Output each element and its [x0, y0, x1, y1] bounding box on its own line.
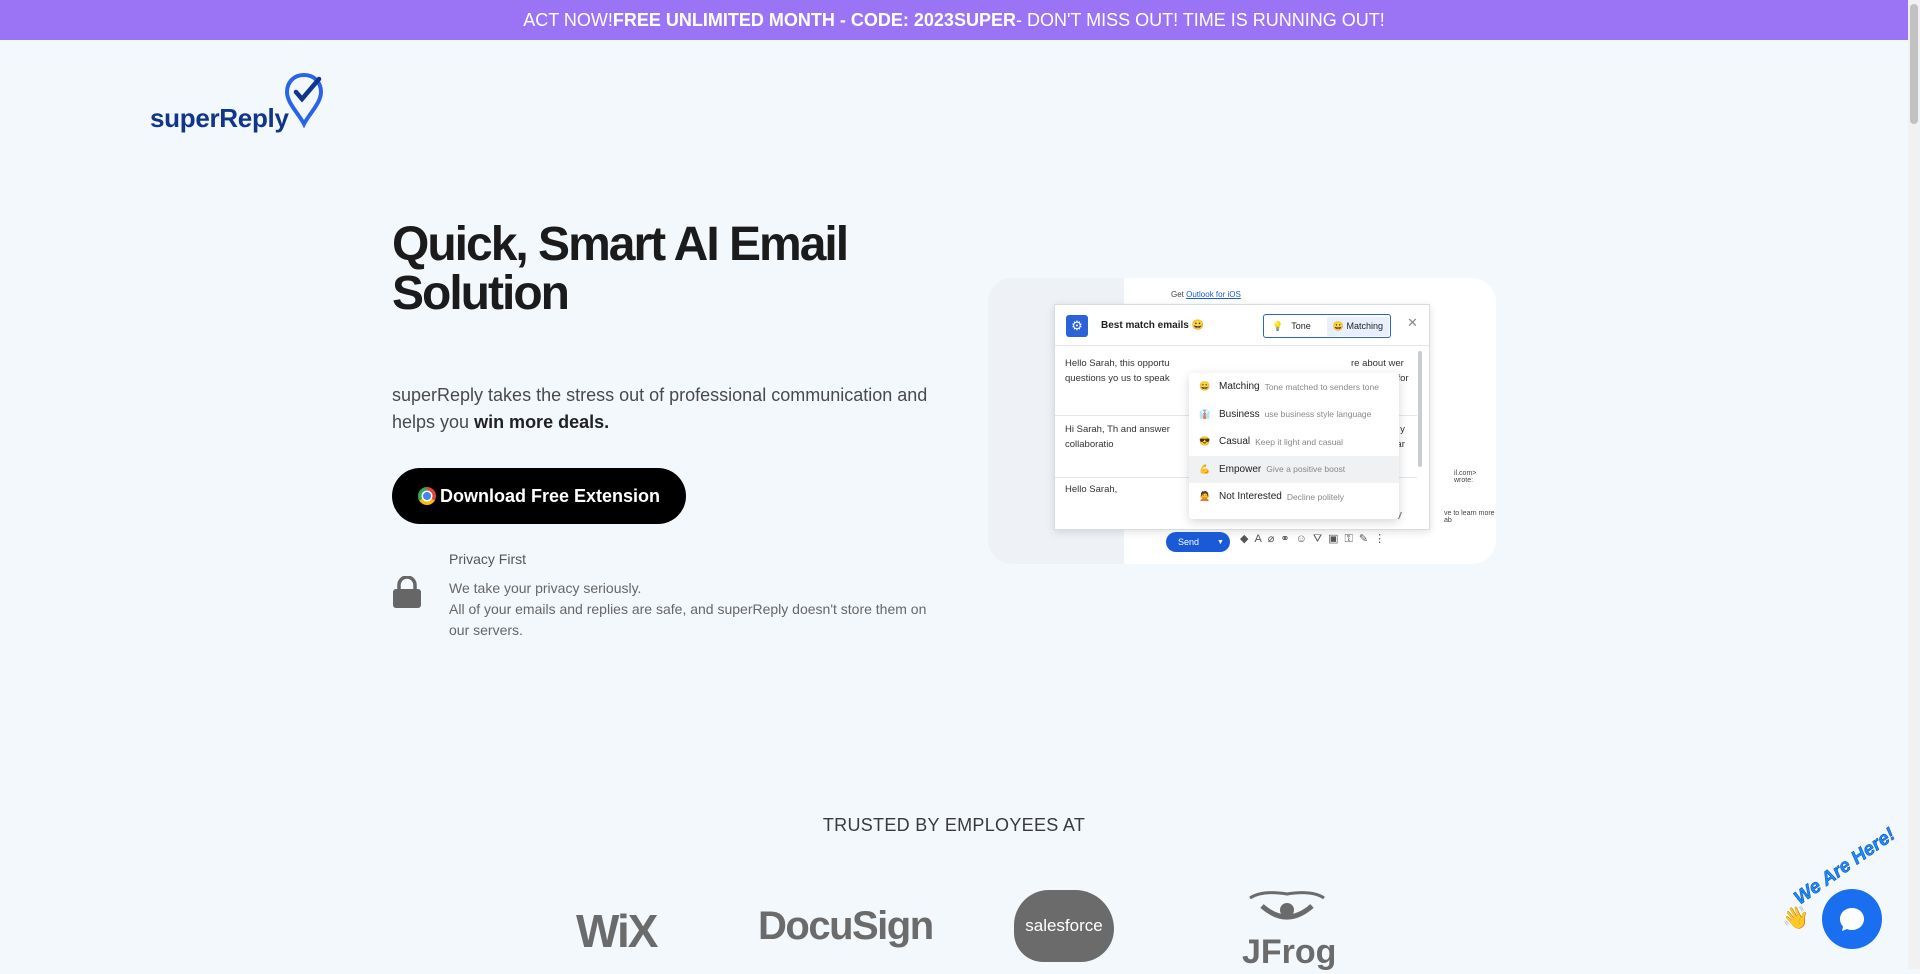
docusign-logo: DocuSign: [758, 904, 934, 948]
tone-option-desc: Give a positive boost: [1266, 464, 1346, 475]
tone-value: 😀 Matching: [1326, 316, 1389, 336]
mock-outlook-link: Outlook for iOS: [1186, 290, 1241, 299]
tone-option-desc: Tone matched to senders tone: [1264, 381, 1379, 392]
compose-tools-icons: ◆A⌀⚭☺⛛▣⚿✎⋮: [1240, 533, 1392, 545]
hero-description-bold: win more deals.: [474, 412, 610, 432]
superreply-popup: ⚙ Best match emails 😀 💡 Tone 😀 Matching …: [1054, 304, 1430, 530]
product-screenshot: Get Outlook for iOS ⚙ Best match emails …: [988, 278, 1496, 564]
scrollbar-thumb[interactable]: [1910, 4, 1918, 124]
download-extension-button[interactable]: Download Free Extension: [392, 468, 686, 524]
tone-emoji-icon: 😎: [1199, 436, 1211, 447]
tone-option-not-interested: 🙅 Not Interested Decline politely: [1189, 483, 1399, 511]
email-option-1: Hello Sarah, this opportu questions yo u…: [1065, 358, 1170, 384]
compose-toolbar: Send ▼ ◆A⌀⚭☺⛛▣⚿✎⋮: [1156, 524, 1478, 558]
tone-option-desc: Keep it light and casual: [1255, 436, 1344, 447]
hero-description: superReply takes the stress out of profe…: [392, 382, 952, 436]
hero-title: Quick, Smart AI Email Solution: [392, 218, 849, 320]
tone-option-name: Business: [1219, 408, 1260, 420]
chrome-icon: [417, 487, 436, 505]
jfrog-logo-text: JFrog: [1242, 933, 1337, 971]
banner-code: FREE UNLIMITED MONTH - CODE: 2023SUPER: [612, 9, 1016, 30]
privacy-text: We take your privacy seriously. All of y…: [449, 578, 949, 641]
tone-emoji-icon: 🙅: [1199, 491, 1211, 502]
tone-emoji-icon: 💪: [1199, 463, 1211, 474]
mock-get-outlook: Get Outlook for iOS: [1171, 290, 1241, 299]
popup-title: Best match emails 😀: [1101, 320, 1205, 331]
tone-option-name: Empower: [1219, 463, 1262, 475]
privacy-title: Privacy First: [449, 551, 526, 567]
mock-wrote-text: il.com> wrote:: [1454, 470, 1477, 484]
popup-header: ⚙ Best match emails 😀 💡 Tone 😀 Matching …: [1055, 305, 1429, 346]
mock-get-prefix: Get: [1171, 290, 1187, 299]
tone-option-name: Not Interested: [1219, 491, 1282, 503]
tone-dropdown: 😀 Matching Tone matched to senders tone 👔 B…: [1189, 373, 1399, 519]
tone-option-desc: use business style language: [1264, 409, 1372, 420]
tone-label: Tone: [1291, 321, 1311, 331]
privacy-line-2: All of your emails and replies are safe,…: [449, 601, 927, 638]
email-option-2: Hi Sarah, Th and answer collaboratio: [1065, 424, 1170, 450]
privacy-line-1: We take your privacy seriously.: [449, 580, 642, 596]
close-icon: ✕: [1407, 315, 1418, 330]
promo-banner: ACT NOW! FREE UNLIMITED MONTH - CODE: 20…: [0, 0, 1908, 40]
page-scrollbar[interactable]: [1908, 0, 1920, 969]
tone-emoji-icon: 😀: [1199, 381, 1211, 392]
tone-option-matching: 😀 Matching Tone matched to senders tone: [1189, 373, 1399, 401]
hero-description-text: superReply takes the stress out of profe…: [392, 385, 928, 432]
trusted-heading: TRUSTED BY EMPLOYEES AT: [822, 815, 1086, 835]
jfrog-logo: JFrog: [1242, 888, 1337, 974]
tone-emoji-icon: 👔: [1199, 408, 1211, 419]
chevron-down-icon: ▼: [1217, 538, 1224, 546]
wix-logo: WiX: [576, 905, 658, 957]
logo-text: superReply: [150, 103, 289, 133]
gear-icon: ⚙: [1066, 315, 1088, 337]
tone-selector: 💡 Tone 😀 Matching: [1263, 314, 1391, 338]
jfrog-splash-icon: [1249, 891, 1325, 920]
email-option-3: Hello Sarah,: [1065, 484, 1118, 495]
logo-pin-check-icon: [284, 72, 323, 128]
chat-bubble-icon: [1840, 908, 1864, 931]
banner-suffix: - DON'T MISS OUT! TIME IS RUNNING OUT!: [1015, 9, 1385, 30]
download-extension-label: Download Free Extension: [439, 485, 661, 506]
send-label: Send: [1178, 537, 1200, 547]
tone-option-name: Matching: [1219, 381, 1260, 393]
chat-launcher-button[interactable]: [1822, 889, 1882, 949]
tone-option-business: 👔 Business use business style language: [1189, 401, 1399, 429]
waving-hand-icon: 👋: [1782, 905, 1810, 930]
send-button: Send ▼: [1166, 532, 1230, 552]
lock-icon: [393, 576, 421, 608]
salesforce-logo: salesforce: [1014, 890, 1114, 962]
site-logo[interactable]: superReply: [150, 72, 323, 134]
lightbulb-icon: 💡: [1272, 320, 1284, 331]
tone-option-desc: Decline politely: [1286, 491, 1344, 502]
banner-prefix: ACT NOW!: [523, 9, 613, 30]
popup-scrollbar: [1418, 351, 1422, 467]
tone-option-name: Casual: [1219, 436, 1251, 448]
customer-logos: WiX DocuSign salesforce JFrog: [0, 880, 1908, 971]
tone-option-casual: 😎 Casual Keep it light and casual: [1189, 428, 1399, 456]
tone-option-empower: 💪 Empower Give a positive boost: [1189, 455, 1399, 483]
mock-learn-text: ve to learn more ab: [1444, 510, 1495, 524]
